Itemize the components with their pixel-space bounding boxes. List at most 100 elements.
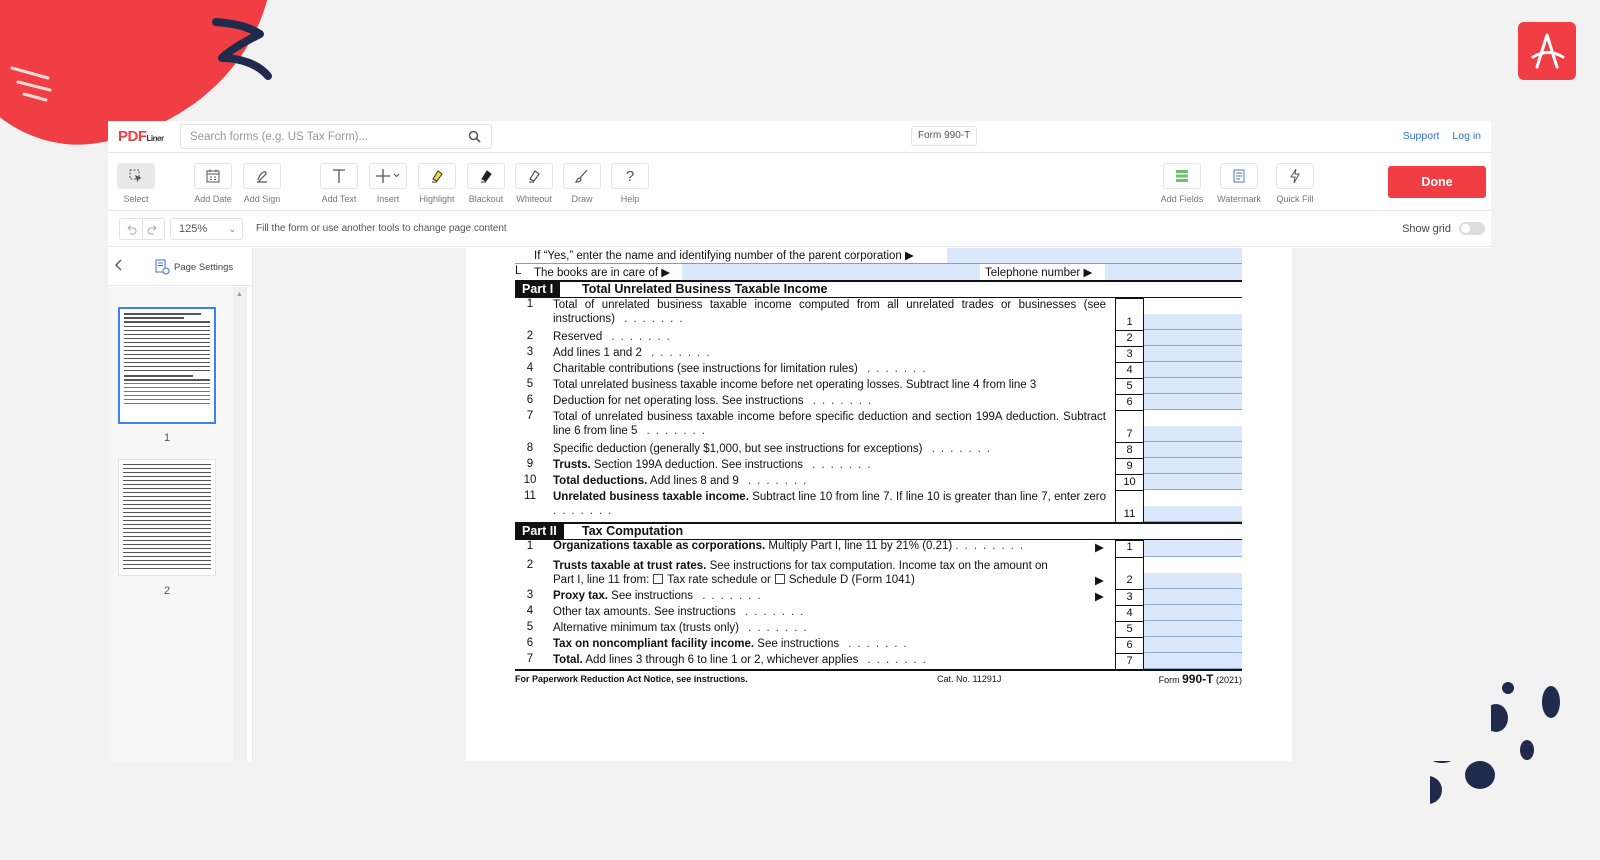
part2-line-4-field[interactable]: [1144, 605, 1242, 621]
part-2-lines: 1 Organizations taxable as corporations.…: [515, 539, 1242, 671]
part1-line-5-field[interactable]: [1144, 378, 1242, 394]
collapse-sidebar-icon[interactable]: [113, 258, 125, 277]
decorative-streaks: [10, 66, 52, 102]
highlighter-icon: [418, 163, 456, 189]
show-grid-toggle[interactable]: [1459, 222, 1485, 235]
tax-rate-schedule-checkbox[interactable]: [653, 574, 664, 584]
page-thumbnail-1[interactable]: [118, 307, 216, 424]
line-box-number: 6: [1115, 637, 1144, 653]
page-number: 2: [163, 585, 171, 597]
part1-line-9: 9 Trusts. Section 199A deduction. See ins…: [515, 458, 1242, 474]
line-box-number: 8: [1115, 442, 1144, 458]
zoom-select[interactable]: 125% ⌄: [170, 218, 243, 240]
line-box-number: 9: [1115, 458, 1144, 474]
redo-button[interactable]: [141, 219, 165, 239]
line-body-text: See instructions: [607, 590, 693, 602]
page-settings-button[interactable]: Page Settings: [154, 259, 233, 275]
editor-hint: Fill the form or use another tools to ch…: [256, 223, 507, 234]
tool-label: Watermark: [1217, 194, 1261, 204]
part1-line-2-field[interactable]: [1144, 330, 1242, 346]
page-number: 1: [163, 432, 171, 444]
catalog-number: Cat. No. 11291J: [937, 674, 1002, 684]
part2-line-5: 5 Alternative minimum tax (trusts only) .…: [515, 621, 1242, 637]
editor-window: PDFLiner Form 990-T Support Log in Selec…: [108, 121, 1491, 761]
redo-icon: [147, 225, 157, 235]
text-t-icon: [320, 163, 358, 189]
line-body-text: Total unrelated business taxable income …: [553, 379, 1037, 391]
part2-line-5-field[interactable]: [1144, 621, 1242, 637]
tool-label: Add Sign: [243, 194, 281, 204]
done-button[interactable]: Done: [1388, 166, 1486, 198]
page-thumbnail-2[interactable]: [118, 459, 216, 576]
line-box-number: 11: [1115, 490, 1144, 522]
part-2-line-2-field[interactable]: [1144, 573, 1242, 589]
login-link[interactable]: Log in: [1452, 130, 1481, 142]
show-grid-label: Show grid: [1402, 222, 1451, 235]
tool-add-sign[interactable]: Add Sign: [232, 163, 292, 204]
search-icon[interactable]: [468, 130, 481, 148]
support-link[interactable]: Support: [1403, 130, 1440, 142]
line-body-text: Add lines 3 through 6 to line 1 or 2, wh…: [582, 654, 859, 666]
part1-line-1-field[interactable]: [1144, 314, 1242, 330]
part1-line-4: 4 Charitable contributions (see instructi…: [515, 362, 1242, 378]
line-body-text: Other tax amounts. See instructions: [553, 606, 736, 618]
line-body-text: Specific deduction (generally $1,000, bu…: [553, 443, 923, 455]
line-text: Trusts taxable at trust rates. See instr…: [553, 559, 1106, 587]
part2-line-3-field[interactable]: [1144, 589, 1242, 605]
thumbnail-scrollbar[interactable]: ▲: [233, 287, 247, 761]
part1-line-3-field[interactable]: [1144, 346, 1242, 362]
line-number: 11: [524, 490, 536, 502]
part1-line-6-field[interactable]: [1144, 394, 1242, 410]
part1-line-7-field[interactable]: [1144, 426, 1242, 442]
show-grid-control: Show grid: [1402, 222, 1485, 235]
page-settings-label: Page Settings: [174, 261, 234, 273]
part1-line-9-field[interactable]: [1144, 458, 1242, 474]
line-box-number: 4: [1115, 362, 1144, 378]
line-bold-text: Total.: [553, 654, 583, 666]
tool-watermark[interactable]: Watermark: [1209, 163, 1269, 204]
question-icon: ?: [611, 163, 649, 189]
part1-line-11-field[interactable]: [1144, 506, 1242, 522]
books-care-of-field[interactable]: [682, 264, 980, 280]
line-body-text: Multiply Part I, line 11 by 21% (0.21): [765, 540, 953, 552]
line-number: 6: [526, 637, 534, 649]
scroll-up-icon[interactable]: ▲: [236, 291, 243, 298]
schedule-d-checkbox[interactable]: [774, 574, 785, 584]
line-box-number: 5: [1115, 621, 1144, 637]
tool-help[interactable]: ? Help: [600, 163, 660, 204]
tool-select[interactable]: Select: [106, 163, 166, 204]
tool-quick-fill[interactable]: Quick Fill: [1265, 163, 1325, 204]
part1-line-2: 2 Reserved ....... 2: [515, 330, 1242, 346]
top-bar: PDFLiner Form 990-T Support Log in: [108, 121, 1491, 153]
select-cursor-icon: [117, 163, 155, 189]
undo-button[interactable]: [120, 219, 142, 239]
tool-add-fields[interactable]: Add Fields: [1152, 163, 1212, 204]
line-box-number: 1: [1115, 298, 1144, 330]
line-box-number: 3: [1115, 346, 1144, 362]
line-body-text: See instructions: [754, 638, 840, 650]
part2-line-6-field[interactable]: [1144, 637, 1242, 653]
parent-corp-field[interactable]: [947, 248, 1242, 263]
part1-line-8-field[interactable]: [1144, 442, 1242, 458]
line-number: 5: [526, 621, 534, 633]
line-number: 2: [526, 330, 534, 342]
search-input[interactable]: [181, 125, 451, 148]
part-2-line-1: 1 Organizations taxable as corporations.…: [515, 540, 1242, 557]
telephone-label: Telephone number ▶: [985, 267, 1093, 279]
line-number: 10: [523, 474, 537, 486]
line-text: Organizations taxable as corporations. M…: [553, 540, 1030, 552]
line-body-text: See instructions for tax computation. In…: [706, 560, 1048, 572]
part2-line-6: 6 Tax on noncompliant facility income. Se…: [515, 637, 1242, 653]
telephone-field[interactable]: [1105, 264, 1242, 280]
part-2-line-2: 2 Trusts taxable at trust rates. See ins…: [515, 557, 1242, 589]
line-box-number: 6: [1115, 394, 1144, 410]
arrow-icon: ▶: [1095, 542, 1104, 554]
part-2-line-1-field[interactable]: [1144, 540, 1242, 557]
pdfliner-logo[interactable]: PDFLiner: [118, 128, 164, 145]
history-controls: [119, 218, 165, 240]
part2-line-7-field[interactable]: [1144, 653, 1242, 669]
pages-sidebar: Page Settings 1 2 ▲: [108, 248, 253, 761]
part1-line-10: 10 Total deductions. Add lines 8 and 9 ..…: [515, 474, 1242, 490]
part1-line-4-field[interactable]: [1144, 362, 1242, 378]
part1-line-10-field[interactable]: [1144, 474, 1242, 490]
